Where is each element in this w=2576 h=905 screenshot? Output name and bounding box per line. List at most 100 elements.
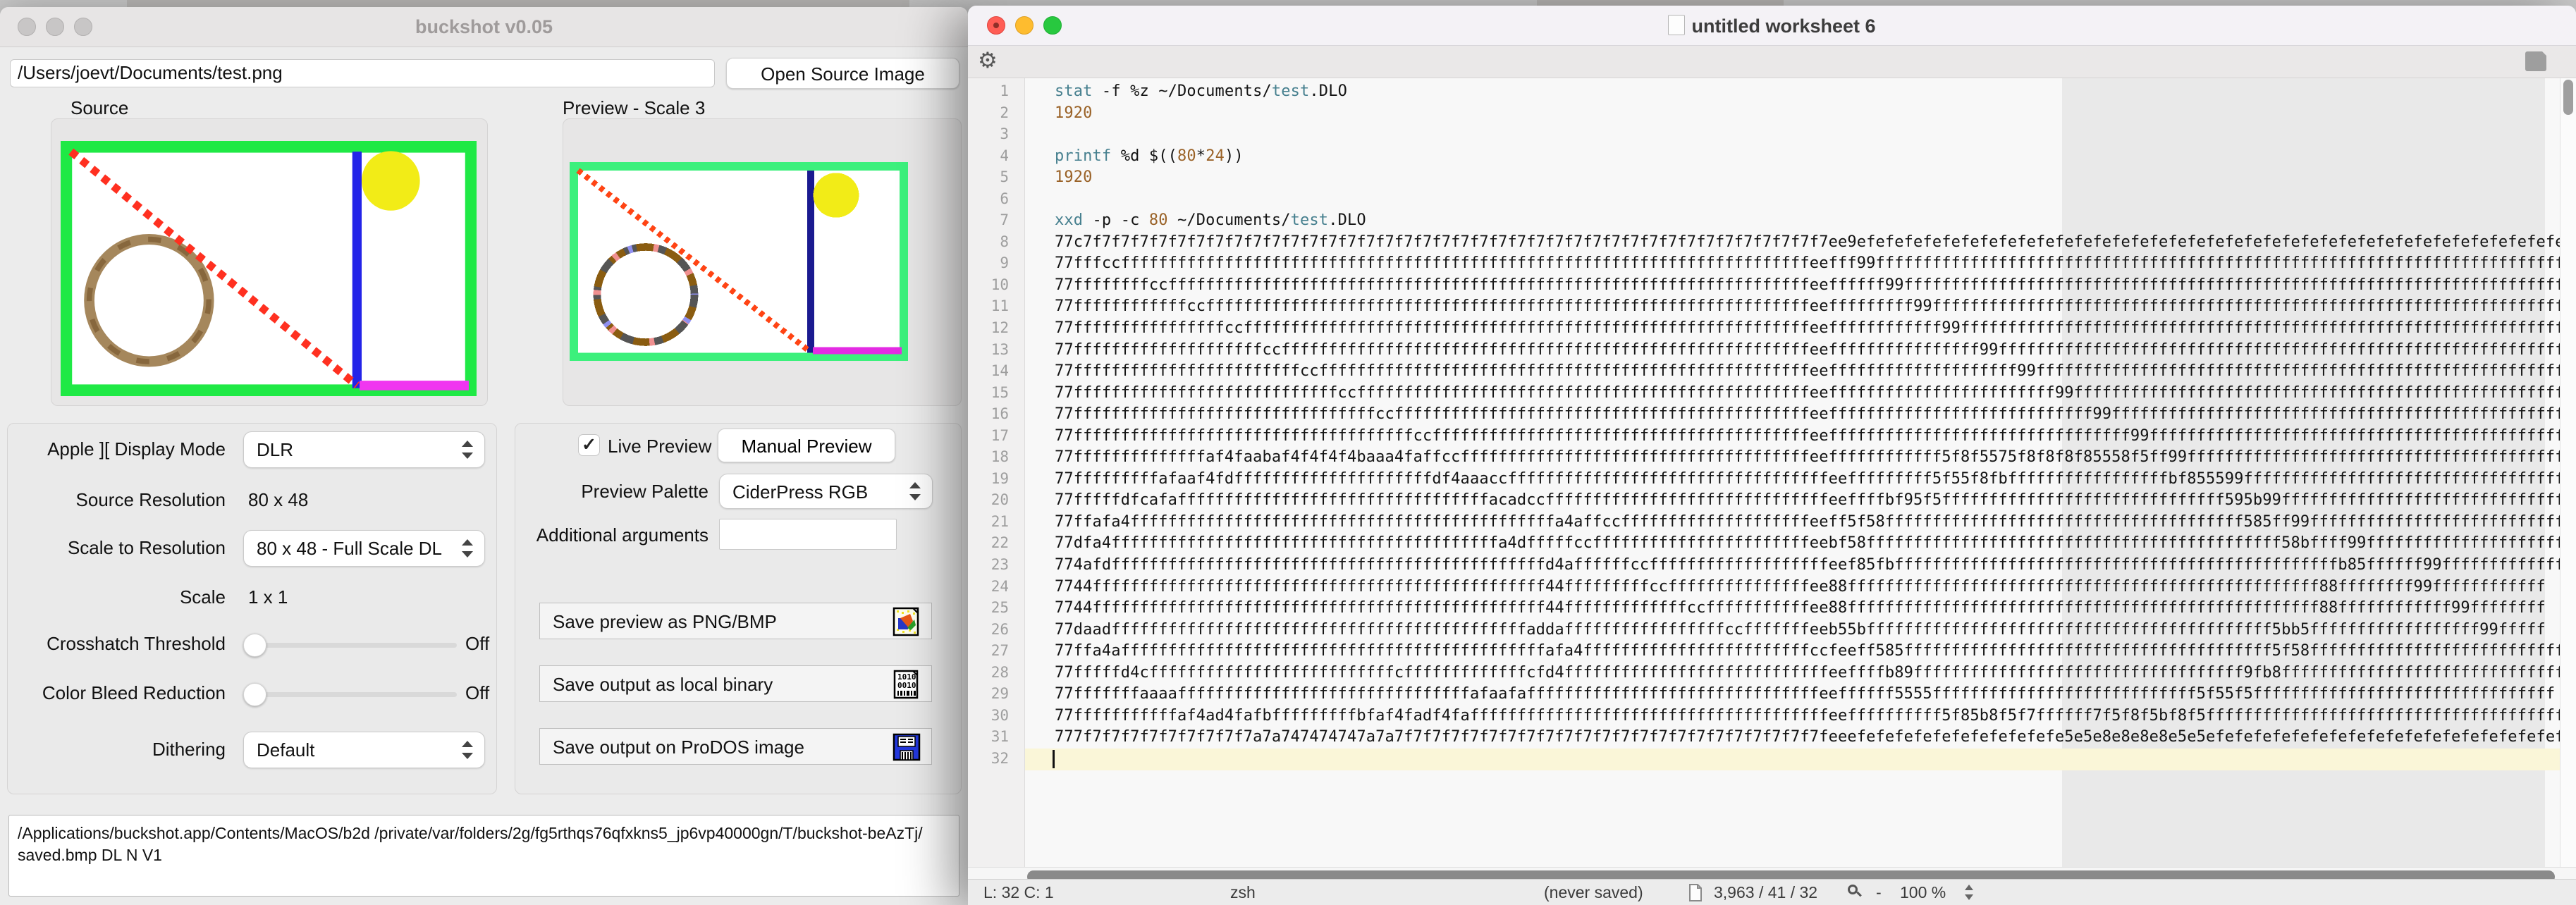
line-text: 77dfa4ffffffffffffffffffffffffffffffffff… — [1055, 533, 2576, 555]
line-number: 30 — [968, 707, 1009, 724]
manual-preview-button[interactable]: Manual Preview — [718, 429, 895, 462]
line-number: 8 — [968, 233, 1009, 250]
zoom-out[interactable]: - — [1876, 883, 1882, 902]
worksheet-line[interactable]: 6 — [968, 189, 2560, 211]
line-text: 7744ffffffffffffffffffffffffffffffffffff… — [1055, 598, 2546, 620]
vertical-scrollbar-thumb[interactable] — [2563, 80, 2573, 115]
worksheet-line[interactable]: 31777f7f7f7f7f7f7f7f7f7a7a747474747a7a7f… — [968, 727, 2560, 749]
line-number: 15 — [968, 384, 1009, 401]
scale-value: 1 x 1 — [248, 586, 288, 608]
color-bleed-slider[interactable] — [245, 692, 457, 697]
worksheet-line[interactable]: 2777ffa4afffffffffffffffffffffffffffffff… — [968, 641, 2560, 663]
save-state: (never saved) — [1544, 883, 1643, 902]
line-text: 77ffffffffffffffffffffccffffffffffffffff… — [1055, 340, 2576, 362]
source-path-input[interactable]: /Users/joevt/Documents/test.png — [10, 59, 715, 87]
color-bleed-label: Color Bleed Reduction — [0, 682, 226, 704]
save-binary-button[interactable]: Save output as local binary 1010 0010 — [539, 665, 932, 702]
worksheet-line[interactable]: 2677daadffffffffffffffffffffffffffffffff… — [968, 620, 2560, 641]
background-window-sliver — [127, 0, 909, 7]
magnifier-icon[interactable] — [1848, 885, 1863, 900]
display-mode-select[interactable]: DLR — [243, 431, 485, 468]
worksheet-line[interactable]: 977fffccffffffffffffffffffffffffffffffff… — [968, 253, 2560, 275]
zoom-level[interactable]: 100 % — [1900, 883, 1946, 902]
worksheet-line[interactable]: 2877fffffd4cffffffffffffffffffffffffffcf… — [968, 663, 2560, 684]
open-source-image-button[interactable]: Open Source Image — [726, 58, 959, 89]
slider-knob[interactable] — [243, 634, 266, 657]
floppy-disk-icon — [892, 732, 921, 762]
line-number: 26 — [968, 621, 1009, 638]
line-number: 32 — [968, 750, 1009, 767]
worksheet-line[interactable]: 2077fffffdfcafafffffffffffffffffffffffff… — [968, 490, 2560, 512]
slider-knob[interactable] — [243, 683, 266, 706]
worksheet-line[interactable]: 1477ffffffffffffffffffffffffccffffffffff… — [968, 361, 2560, 383]
worksheet-line[interactable]: 1377ffffffffffffffffffffccffffffffffffff… — [968, 340, 2560, 362]
additional-arguments-label: Additional arguments — [529, 524, 709, 546]
color-bleed-value: Off — [465, 682, 489, 704]
worksheet-line[interactable]: 32 — [968, 749, 2560, 770]
worksheet-line[interactable]: 2977fffffffaaaafffffffffffffffffffffffff… — [968, 684, 2560, 706]
line-number: 31 — [968, 728, 1009, 745]
line-text: 77ffafa4ffffffffffffffffffffffffffffffff… — [1055, 512, 2565, 534]
preview-palette-select[interactable]: CiderPress RGB — [719, 474, 933, 509]
worksheet-line[interactable]: 1277ffffffffffffffffccffffffffffffffffff… — [968, 318, 2560, 340]
worksheet-line[interactable]: 247744ffffffffffffffffffffffffffffffffff… — [968, 577, 2560, 598]
worksheet-line[interactable]: 1777ffffffffffffffffffffffffffffffffffff… — [968, 426, 2560, 448]
source-label: Source — [70, 97, 128, 119]
worksheet-editor[interactable]: 1stat -f %z ~/Documents/test.DLO2192034p… — [968, 78, 2576, 867]
line-number: 28 — [968, 664, 1009, 681]
worksheet-line[interactable]: 3077fffffffffffaf4ad4fafbfffffffffbfaf4f… — [968, 706, 2560, 727]
scale-to-resolution-select[interactable]: 80 x 48 - Full Scale DL — [243, 530, 485, 567]
line-text: 77ffffffffffffffffffffffffffffffffccffff… — [1055, 404, 2576, 426]
save-prodos-button[interactable]: Save output on ProDOS image — [539, 728, 932, 765]
zoom-stepper[interactable] — [1963, 884, 1975, 901]
line-number: 6 — [968, 190, 1009, 207]
line-text: 77fffccfffffffffffffffffffffffffffffffff… — [1055, 253, 2576, 275]
source-image — [61, 141, 477, 396]
chevron-up-down-icon — [458, 739, 476, 761]
live-preview-checkbox[interactable]: ✓ — [578, 434, 600, 456]
chevron-up-down-icon — [458, 538, 476, 559]
worksheet-line[interactable]: 23774afdffffffffffffffffffffffffffffffff… — [968, 555, 2560, 577]
worksheet-line[interactable]: 2177ffafa4ffffffffffffffffffffffffffffff… — [968, 512, 2560, 534]
gear-icon[interactable]: ⚙ — [978, 48, 998, 73]
line-number: 22 — [968, 534, 1009, 551]
worksheet-line[interactable]: 7xxd -p -c 80 ~/Documents/test.DLO — [968, 210, 2560, 232]
line-text: xxd -p -c 80 ~/Documents/test.DLO — [1055, 210, 1366, 232]
buckshot-titlebar[interactable]: buckshot v0.05 — [0, 7, 968, 47]
vertical-scrollbar[interactable] — [2560, 78, 2576, 867]
worksheet-line[interactable]: 1stat -f %z ~/Documents/test.DLO — [968, 81, 2560, 103]
worksheet-line[interactable]: 1577ffffffffffffffffffffffffffffccffffff… — [968, 383, 2560, 405]
additional-arguments-input[interactable] — [719, 519, 897, 550]
crosshatch-threshold-label: Crosshatch Threshold — [0, 633, 226, 655]
worksheet-line[interactable]: 21920 — [968, 103, 2560, 125]
line-number: 12 — [968, 319, 1009, 336]
worksheet-line[interactable]: 1677ffffffffffffffffffffffffffffffffccff… — [968, 404, 2560, 426]
line-number: 27 — [968, 642, 1009, 659]
line-text: 774afdffffffffffffffffffffffffffffffffff… — [1055, 555, 2576, 577]
line-text: 7744ffffffffffffffffffffffffffffffffffff… — [1055, 577, 2546, 598]
page-icon[interactable] — [2525, 51, 2546, 71]
worksheet-line[interactable]: 1977fffffffffafaaf4fdfffffffffffffffffff… — [968, 469, 2560, 491]
line-number: 11 — [968, 297, 1009, 314]
line-text: 777f7f7f7f7f7f7f7f7f7a7a747474747a7a7f7f… — [1055, 727, 2565, 749]
worksheet-line[interactable]: 1177ffffffffffffccffffffffffffffffffffff… — [968, 296, 2560, 318]
worksheet-line[interactable]: 3 — [968, 124, 2560, 146]
worksheet-line[interactable]: 257744ffffffffffffffffffffffffffffffffff… — [968, 598, 2560, 620]
line-text: 77ffffffffffffffffccffffffffffffffffffff… — [1055, 318, 2576, 340]
worksheet-titlebar[interactable]: untitled worksheet 6 — [968, 6, 2576, 46]
worksheet-line[interactable]: 4printf %d $((80*24)) — [968, 146, 2560, 168]
worksheet-line[interactable]: 1077ffffffffccffffffffffffffffffffffffff… — [968, 275, 2560, 297]
worksheet-line[interactable]: 2277dfa4ffffffffffffffffffffffffffffffff… — [968, 533, 2560, 555]
worksheet-line[interactable]: 1877ffffffffffffffaf4faabaf4f4f4f4baaa4f… — [968, 447, 2560, 469]
dithering-label: Dithering — [0, 739, 226, 761]
save-preview-button[interactable]: Save preview as PNG/BMP — [539, 603, 932, 639]
worksheet-toolbar: ⚙ — [968, 46, 2576, 78]
crosshatch-threshold-slider[interactable] — [245, 643, 457, 648]
worksheet-line[interactable]: 51920 — [968, 167, 2560, 189]
dithering-select[interactable]: Default — [243, 732, 485, 768]
worksheet-line[interactable]: 877c7f7f7f7f7f7f7f7f7f7f7f7f7f7f7f7f7f7f… — [968, 232, 2560, 254]
char-word-line-counts: 3,963 / 41 / 32 — [1714, 883, 1817, 902]
line-text: 77ffffffffffffffffffffffffffffffffffffcc… — [1055, 426, 2576, 448]
buckshot-window: buckshot v0.05 /Users/joevt/Documents/te… — [0, 7, 968, 905]
shell-mode[interactable]: zsh — [1230, 883, 1256, 902]
